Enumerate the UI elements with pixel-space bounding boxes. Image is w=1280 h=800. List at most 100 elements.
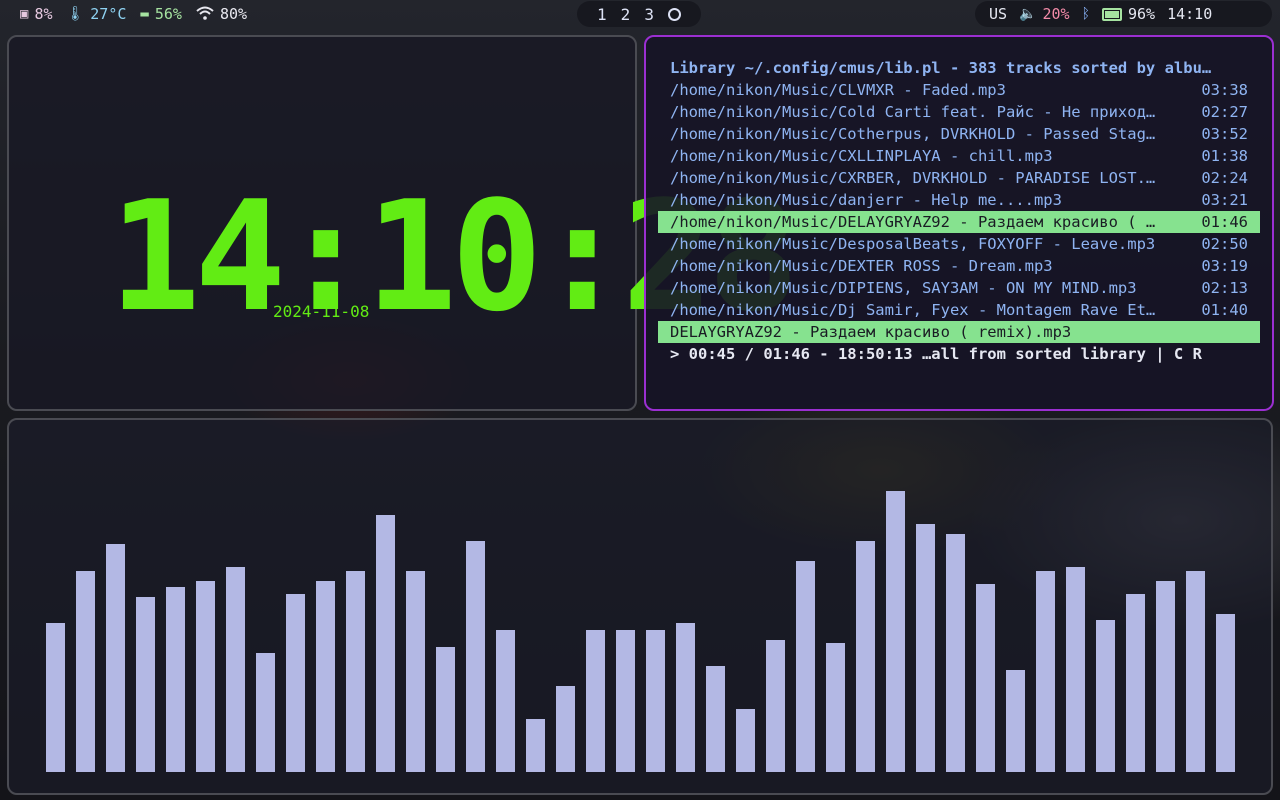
visualizer-bar <box>136 597 155 772</box>
visualizer-bar <box>346 571 365 772</box>
wifi-icon <box>196 6 214 23</box>
visualizer-bar <box>946 534 965 772</box>
clock-time: 14:10 <box>1167 5 1213 23</box>
track-row[interactable]: /home/nikon/Music/CXLLINPLAYA - chill.mp… <box>658 145 1260 167</box>
track-name: /home/nikon/Music/Dj Samir, Fyex - Monta… <box>670 301 1156 319</box>
visualizer-bar <box>706 666 725 772</box>
visualizer-bar <box>916 524 935 772</box>
visualizer-bar <box>166 587 185 772</box>
track-name: /home/nikon/Music/DesposalBeats, FOXYOFF… <box>670 235 1156 253</box>
track-name: /home/nikon/Music/CXRBER, DVRKHOLD - PAR… <box>670 169 1156 187</box>
visualizer-bar <box>1096 620 1115 772</box>
track-duration: 02:27 <box>1201 103 1248 121</box>
cmus-library: Library ~/.config/cmus/lib.pl - 383 trac… <box>658 57 1260 365</box>
temp-stat: 🌡 27°C <box>67 5 127 23</box>
playback-status: > 00:45 / 01:46 - 18:50:13 …all from sor… <box>670 345 1202 363</box>
track-duration: 03:21 <box>1201 191 1248 209</box>
workspace-1[interactable]: 1 <box>597 5 607 24</box>
visualizer-bar <box>316 581 335 772</box>
visualizer-bar <box>826 643 845 772</box>
audio-visualizer <box>9 420 1275 797</box>
volume-value: 20% <box>1042 5 1070 23</box>
workspace-indicator-icon[interactable] <box>667 7 681 21</box>
visualizer-bar <box>766 640 785 772</box>
visualizer-bar <box>736 709 755 772</box>
visualizer-bar <box>406 571 425 772</box>
track-name: /home/nikon/Music/CXLLINPLAYA - chill.mp… <box>670 147 1053 165</box>
cpu-icon: ▣ <box>20 6 29 22</box>
cpu-value: 8% <box>34 5 53 23</box>
visualizer-bar <box>46 623 65 772</box>
visualizer-bar <box>586 630 605 772</box>
track-row[interactable]: /home/nikon/Music/CXRBER, DVRKHOLD - PAR… <box>658 167 1260 189</box>
visualizer-bar <box>1126 594 1145 772</box>
track-duration: 01:38 <box>1201 147 1248 165</box>
visualizer-bar <box>376 515 395 772</box>
track-duration: 03:52 <box>1201 125 1248 143</box>
now-playing: DELAYGRYAZ92 - Раздаем красиво ( remix).… <box>658 321 1260 343</box>
track-name: /home/nikon/Music/CLVMXR - Faded.mp3 <box>670 81 1006 99</box>
date-label: 2024-11-08 <box>273 302 370 321</box>
visualizer-bar <box>256 653 275 772</box>
thermometer-icon: 🌡 <box>66 6 85 22</box>
track-row[interactable]: /home/nikon/Music/DIPIENS, SAY3AM - ON M… <box>658 277 1260 299</box>
track-name: /home/nikon/Music/DEXTER ROSS - Dream.mp… <box>670 257 1053 275</box>
track-row[interactable]: /home/nikon/Music/CLVMXR - Faded.mp3 03:3… <box>658 79 1260 101</box>
temp-value: 27°C <box>90 5 127 23</box>
visualizer-bar <box>196 581 215 772</box>
wifi-value: 80% <box>219 5 248 23</box>
visualizer-bar <box>1006 670 1025 772</box>
visualizer-bar <box>106 544 125 772</box>
workspace-switcher: 1 2 3 <box>577 1 701 27</box>
visualizer-bar <box>1066 567 1085 772</box>
visualizer-bar <box>556 686 575 772</box>
cpu-stat: ▣ 8% <box>20 5 53 23</box>
library-header: Library ~/.config/cmus/lib.pl - 383 trac… <box>670 59 1212 77</box>
track-row[interactable]: /home/nikon/Music/DELAYGRYAZ92 - Раздаем… <box>658 211 1260 233</box>
top-bar: ▣ 8% 🌡 27°C ▬ 56% 80% 1 2 3 US 🔈 20% ᛒ 9… <box>0 0 1280 30</box>
cmus-panel: Library ~/.config/cmus/lib.pl - 383 trac… <box>644 35 1274 411</box>
track-duration: 01:46 <box>1201 213 1248 231</box>
visualizer-bar <box>1186 571 1205 772</box>
visualizer-bar <box>796 561 815 772</box>
speaker-icon: 🔈 <box>1019 6 1037 22</box>
track-row[interactable]: /home/nikon/Music/danjerr - Help me....m… <box>658 189 1260 211</box>
status-tray: US 🔈 20% ᛒ 96% 14:10 <box>975 1 1272 27</box>
visualizer-bar <box>526 719 545 772</box>
track-duration: 03:38 <box>1201 81 1248 99</box>
track-row[interactable]: /home/nikon/Music/DEXTER ROSS - Dream.mp… <box>658 255 1260 277</box>
battery-value: 96% <box>1128 5 1156 23</box>
track-duration: 02:13 <box>1201 279 1248 297</box>
bluetooth-icon[interactable]: ᛒ <box>1082 7 1090 21</box>
track-row[interactable]: /home/nikon/Music/Cotherpus, DVRKHOLD - … <box>658 123 1260 145</box>
system-stats: ▣ 8% 🌡 27°C ▬ 56% 80% <box>8 1 298 27</box>
wifi-stat[interactable]: 80% <box>196 5 247 23</box>
visualizer-bar <box>1036 571 1055 772</box>
memory-icon: ▬ <box>140 6 149 22</box>
track-row[interactable]: /home/nikon/Music/Dj Samir, Fyex - Monta… <box>658 299 1260 321</box>
track-name: /home/nikon/Music/DELAYGRYAZ92 - Раздаем… <box>670 213 1156 231</box>
battery-icon <box>1102 7 1122 21</box>
track-name: /home/nikon/Music/danjerr - Help me....m… <box>670 191 1062 209</box>
workspace-2[interactable]: 2 <box>621 5 631 24</box>
memory-value: 56% <box>154 5 182 23</box>
track-row[interactable]: /home/nikon/Music/DesposalBeats, FOXYOFF… <box>658 233 1260 255</box>
visualizer-panel <box>7 418 1273 795</box>
visualizer-bar <box>676 623 695 772</box>
keyboard-layout[interactable]: US <box>989 5 1007 23</box>
battery-stat: 96% <box>1102 5 1155 23</box>
track-name: /home/nikon/Music/Cotherpus, DVRKHOLD - … <box>670 125 1156 143</box>
visualizer-bar <box>1156 581 1175 772</box>
workspace-3[interactable]: 3 <box>644 5 654 24</box>
volume-stat[interactable]: 🔈 20% <box>1019 5 1070 23</box>
track-duration: 02:24 <box>1201 169 1248 187</box>
track-row[interactable]: /home/nikon/Music/Cold Carti feat. Райс … <box>658 101 1260 123</box>
visualizer-bar <box>496 630 515 772</box>
track-duration: 02:50 <box>1201 235 1248 253</box>
visualizer-bar <box>76 571 95 772</box>
visualizer-bar <box>856 541 875 772</box>
memory-stat: ▬ 56% <box>140 5 182 23</box>
visualizer-bar <box>1216 614 1235 772</box>
visualizer-bar <box>226 567 245 772</box>
visualizer-bar <box>286 594 305 772</box>
